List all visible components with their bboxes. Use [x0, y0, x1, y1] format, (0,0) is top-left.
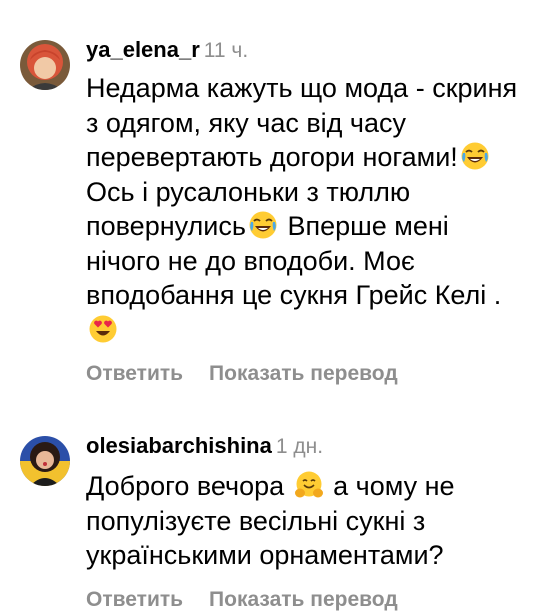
show-translation-button[interactable]: Показать перевод [209, 361, 398, 387]
comment-meta: ya_elena_r 11 ч. [86, 36, 525, 65]
avatar[interactable] [20, 436, 70, 486]
comment-text-part: Недарма кажуть що мода - скриня з одягом… [86, 73, 518, 172]
heart-eyes-emoji-icon [88, 314, 118, 344]
comment-text: Недарма кажуть що мода - скриня з одягом… [86, 71, 525, 347]
comment-text: Доброго вечора а чому не популізуєте вес… [86, 469, 525, 573]
avatar[interactable] [20, 40, 70, 90]
username[interactable]: olesiabarchishina [86, 433, 272, 458]
timestamp: 11 ч. [203, 39, 249, 62]
reply-button[interactable]: Ответить [86, 361, 183, 387]
comment-meta: olesiabarchishina 1 дн. [86, 432, 525, 461]
comment-actions: Ответить Показать перевод [86, 361, 525, 387]
username[interactable]: ya_elena_r [86, 37, 200, 62]
hugging-face-emoji-icon [294, 470, 324, 500]
laughing-tears-emoji-icon [460, 141, 490, 171]
comment-text-part: Доброго вечора [86, 471, 292, 501]
timestamp: 1 дн. [275, 435, 324, 458]
laughing-tears-emoji-icon [248, 210, 278, 240]
